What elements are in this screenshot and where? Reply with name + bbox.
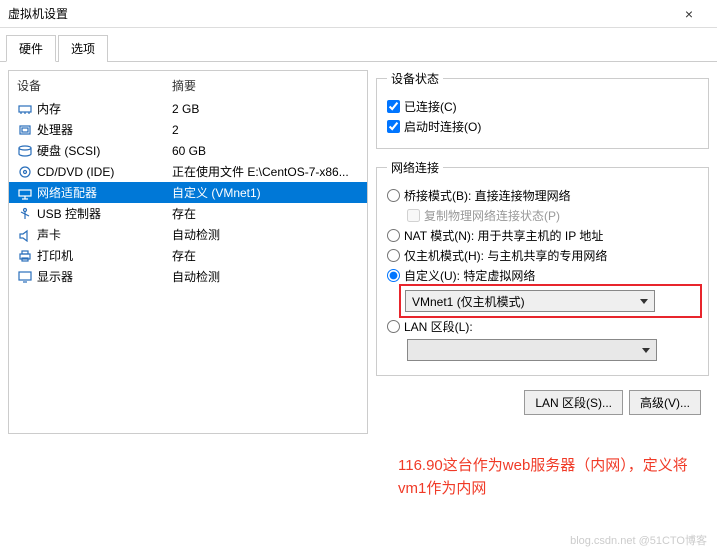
lan-segments-button[interactable]: LAN 区段(S)...: [524, 390, 623, 415]
cpu-icon: [17, 123, 33, 137]
disk-icon: [17, 144, 33, 158]
lan-segment-combo: [407, 339, 657, 361]
replicate-input: [407, 209, 420, 222]
device-name: 打印机: [37, 247, 172, 264]
device-row-cpu[interactable]: 处理器2: [9, 119, 367, 140]
bridged-radio[interactable]: 桥接模式(B): 直接连接物理网络: [387, 187, 698, 204]
custom-radio[interactable]: 自定义(U): 特定虚拟网络: [387, 267, 698, 284]
device-row-printer[interactable]: 打印机存在: [9, 245, 367, 266]
lan-segment-input[interactable]: [387, 320, 400, 333]
network-legend: 网络连接: [387, 159, 443, 176]
nat-radio[interactable]: NAT 模式(N): 用于共享主机的 IP 地址: [387, 227, 698, 244]
device-summary: 2 GB: [172, 102, 359, 116]
device-summary: 自动检测: [172, 226, 359, 243]
replicate-checkbox: 复制物理网络连接状态(P): [407, 207, 698, 224]
connect-on-start-input[interactable]: [387, 120, 400, 133]
device-row-display[interactable]: 显示器自动检测: [9, 266, 367, 287]
device-row-cd[interactable]: CD/DVD (IDE)正在使用文件 E:\CentOS-7-x86...: [9, 161, 367, 182]
device-summary: 自定义 (VMnet1): [172, 184, 359, 201]
custom-network-value: VMnet1 (仅主机模式): [412, 293, 525, 310]
device-row-usb[interactable]: USB 控制器存在: [9, 203, 367, 224]
device-name: 显示器: [37, 268, 172, 285]
device-name: 内存: [37, 100, 172, 117]
tab-hardware[interactable]: 硬件: [6, 35, 56, 62]
connect-on-start-checkbox[interactable]: 启动时连接(O): [387, 118, 698, 135]
device-name: CD/DVD (IDE): [37, 165, 172, 179]
device-row-memory[interactable]: 内存2 GB: [9, 98, 367, 119]
bridged-input[interactable]: [387, 189, 400, 202]
tab-strip: 硬件 选项: [0, 34, 717, 62]
net-icon: [17, 186, 33, 200]
annotation-text: 116.90这台作为web服务器（内网），定义将vm1作为内网: [398, 455, 698, 500]
device-status-group: 设备状态 已连接(C) 启动时连接(O): [376, 70, 709, 149]
advanced-button[interactable]: 高级(V)...: [629, 390, 701, 415]
device-list-header: 设备 摘要: [9, 75, 367, 98]
connected-checkbox[interactable]: 已连接(C): [387, 98, 698, 115]
window-title: 虚拟机设置: [8, 5, 669, 22]
button-row: LAN 区段(S)... 高级(V)...: [376, 386, 709, 415]
tab-options[interactable]: 选项: [58, 35, 108, 62]
custom-input[interactable]: [387, 269, 400, 282]
custom-combo-highlight: VMnet1 (仅主机模式): [403, 288, 698, 314]
sound-icon: [17, 228, 33, 242]
device-row-sound[interactable]: 声卡自动检测: [9, 224, 367, 245]
device-name: 处理器: [37, 121, 172, 138]
content-area: 设备 摘要 内存2 GB处理器2硬盘 (SCSI)60 GBCD/DVD (ID…: [0, 62, 717, 442]
cd-icon: [17, 165, 33, 179]
device-summary: 存在: [172, 247, 359, 264]
printer-icon: [17, 249, 33, 263]
lan-segment-radio[interactable]: LAN 区段(L):: [387, 318, 698, 335]
device-row-net[interactable]: 网络适配器自定义 (VMnet1): [9, 182, 367, 203]
custom-network-combo[interactable]: VMnet1 (仅主机模式): [405, 290, 655, 312]
hostonly-radio[interactable]: 仅主机模式(H): 与主机共享的专用网络: [387, 247, 698, 264]
device-summary: 2: [172, 123, 359, 137]
device-name: 网络适配器: [37, 184, 172, 201]
device-name: USB 控制器: [37, 205, 172, 222]
usb-icon: [17, 207, 33, 221]
header-device: 设备: [17, 77, 172, 94]
display-icon: [17, 270, 33, 284]
device-summary: 自动检测: [172, 268, 359, 285]
hostonly-input[interactable]: [387, 249, 400, 262]
watermark: blog.csdn.net @51CTO博客: [570, 532, 707, 548]
network-connection-group: 网络连接 桥接模式(B): 直接连接物理网络 复制物理网络连接状态(P) NAT…: [376, 159, 709, 376]
close-icon[interactable]: ×: [669, 6, 709, 22]
device-summary: 存在: [172, 205, 359, 222]
connected-input[interactable]: [387, 100, 400, 113]
titlebar: 虚拟机设置 ×: [0, 0, 717, 28]
device-summary: 60 GB: [172, 144, 359, 158]
device-summary: 正在使用文件 E:\CentOS-7-x86...: [172, 163, 359, 180]
device-name: 声卡: [37, 226, 172, 243]
memory-icon: [17, 102, 33, 116]
device-name: 硬盘 (SCSI): [37, 142, 172, 159]
nat-input[interactable]: [387, 229, 400, 242]
device-status-legend: 设备状态: [387, 70, 443, 87]
right-panel: 设备状态 已连接(C) 启动时连接(O) 网络连接 桥接模式(B): 直接连接物…: [376, 70, 709, 434]
device-row-disk[interactable]: 硬盘 (SCSI)60 GB: [9, 140, 367, 161]
device-list: 设备 摘要 内存2 GB处理器2硬盘 (SCSI)60 GBCD/DVD (ID…: [8, 70, 368, 434]
header-summary: 摘要: [172, 77, 196, 94]
